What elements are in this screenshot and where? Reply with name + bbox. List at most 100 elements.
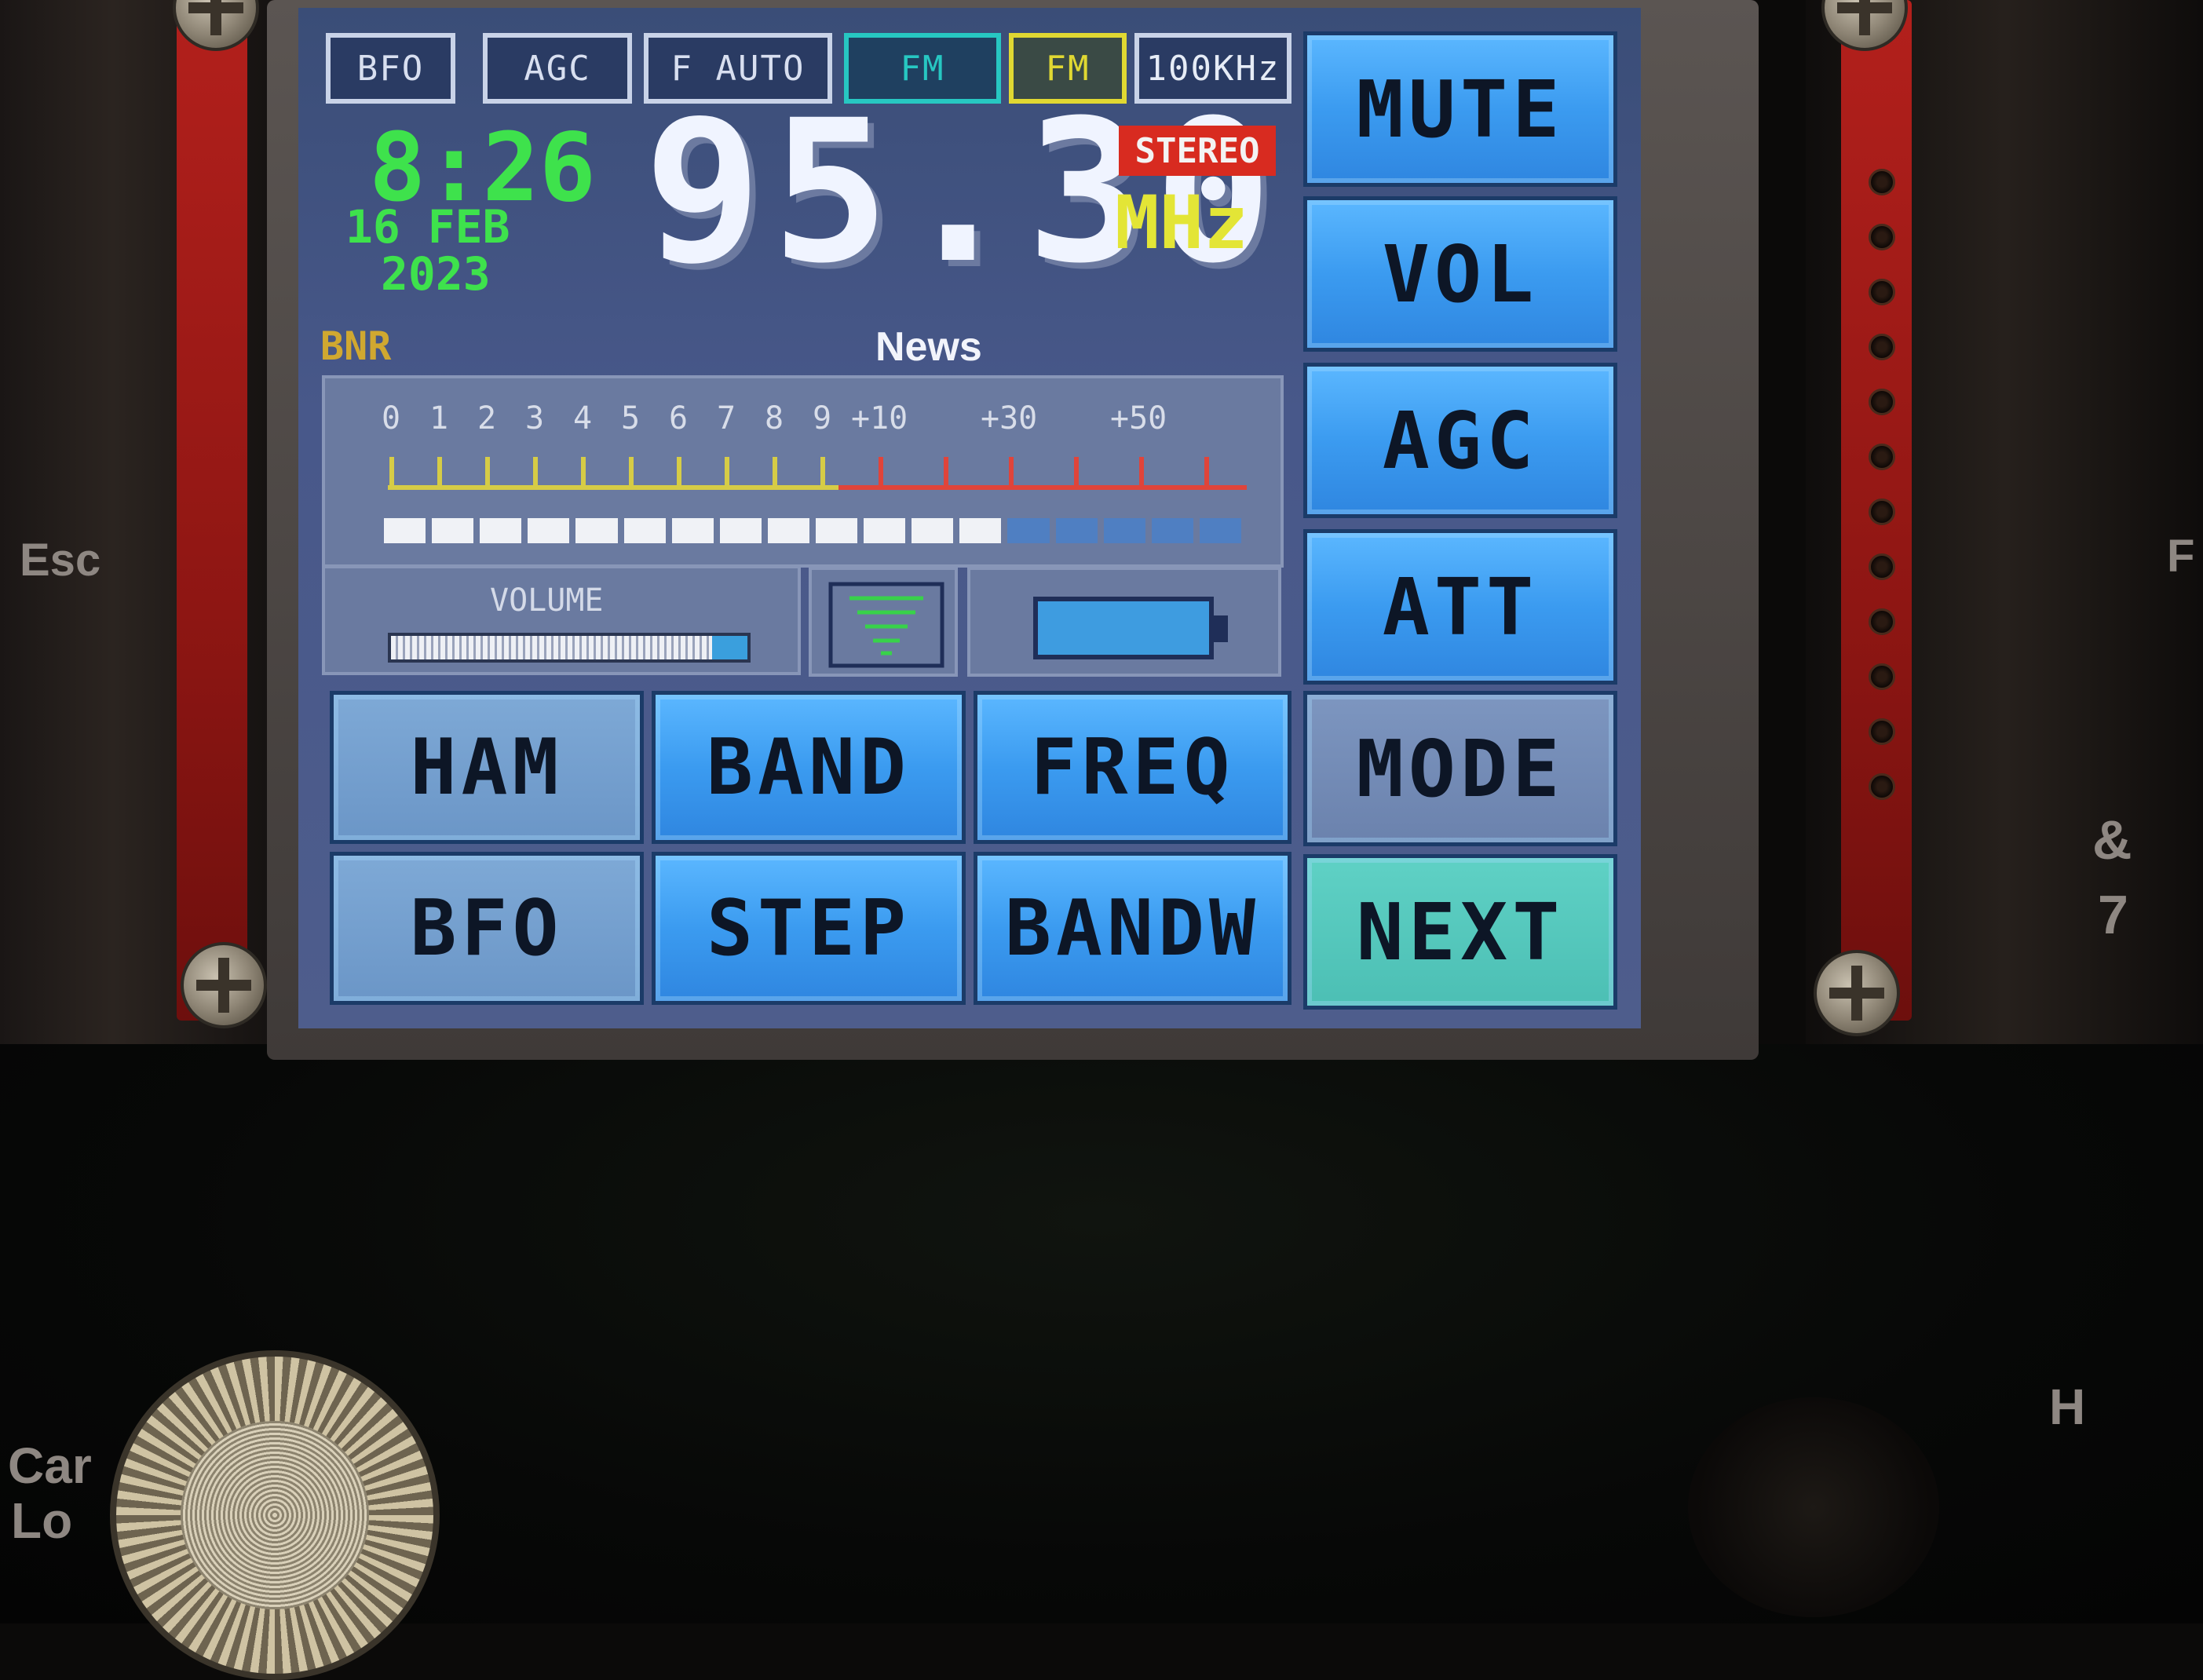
meter-level-segment [432,518,474,543]
key-label-h: H [2049,1379,2086,1435]
clock-date: 16 FEB [345,200,510,254]
key-label-seven: 7 [2098,884,2128,945]
header-pin [1869,224,1895,250]
volume-panel[interactable]: VOLUME [322,565,801,675]
clock-year: 2023 [381,247,491,301]
header-pin [1869,773,1895,800]
rds-program-type: News [875,324,982,370]
meter-level-segment [1055,518,1098,543]
meter-tick-label: 7 [717,400,736,436]
meter-tick-low [389,457,394,488]
meter-level-segment [1103,518,1145,543]
knob-cap [181,1421,369,1609]
step-button[interactable]: STEP [652,852,966,1005]
header-pin [1869,334,1895,360]
mute-button[interactable]: MUTE [1303,31,1617,187]
meter-tick-low [533,457,538,488]
meter-tick-low [437,457,442,488]
key-label-f: F [2167,531,2195,582]
screw-icon [181,942,267,1028]
battery-tip [1212,615,1228,642]
header-pin [1869,718,1895,745]
meter-level-segment [528,518,570,543]
meter-level-segment [864,518,906,543]
meter-tick-low [773,457,777,488]
meter-tick-high [1074,457,1079,488]
rotary-encoder[interactable] [1688,1397,1939,1617]
meter-level-segment [623,518,666,543]
pcb-strip-left [177,0,247,1021]
status-agc[interactable]: AGC [483,33,632,104]
volume-label: VOLUME [490,583,604,619]
header-pin [1869,608,1895,635]
meter-level-segment [671,518,714,543]
header-pin [1869,499,1895,525]
meter-tick-label: 5 [621,400,641,436]
meter-level-segment [1199,518,1241,543]
signal-meter: 0 1 2 3 4 5 6 7 8 9 +10 +30 +50 [322,375,1284,568]
volume-bar[interactable] [388,633,751,663]
key-label-lo: Lo [11,1492,73,1549]
att-button[interactable]: ATT [1303,529,1617,685]
meter-tick-low [581,457,586,488]
meter-tick-label: 6 [669,400,689,436]
ham-button[interactable]: HAM [330,691,644,844]
meter-scale-line-low [388,485,838,490]
meter-tick-high [1204,457,1209,488]
meter-level-segment [719,518,762,543]
meter-tick-low [820,457,825,488]
meter-level-segment [1007,518,1050,543]
header-pin [1869,444,1895,470]
meter-tick-label: 3 [525,400,545,436]
meter-level-segment [480,518,522,543]
meter-tick-label: 2 [477,400,497,436]
battery-icon [1033,597,1214,659]
agc-button[interactable]: AGC [1303,363,1617,518]
key-label-amp: & [2092,809,2132,871]
bandw-button[interactable]: BANDW [974,852,1291,1005]
meter-tick-low [629,457,634,488]
volume-bar-fill [711,636,747,659]
status-bfo[interactable]: BFO [326,33,455,104]
freq-button[interactable]: FREQ [974,691,1291,844]
meter-tick-label: 9 [813,400,832,436]
screw-icon [1814,950,1900,1036]
meter-tick-label: 4 [573,400,593,436]
meter-level-segment [1151,518,1193,543]
meter-level-segment [575,518,618,543]
next-button[interactable]: NEXT [1303,854,1617,1010]
tuning-knob[interactable] [110,1350,440,1680]
key-label-esc: Esc [20,535,101,586]
bfo-button[interactable]: BFO [330,852,644,1005]
signal-funnel-icon [828,582,944,668]
meter-tick-label: +30 [981,400,1038,436]
meter-level-segment [959,518,1002,543]
meter-tick-label: +10 [851,400,908,436]
meter-tick-label: 1 [429,400,449,436]
meter-level-segment [384,518,426,543]
battery-panel [967,567,1281,677]
meter-tick-high [944,457,948,488]
meter-level-segment [816,518,858,543]
meter-tick-high [879,457,883,488]
mode-button[interactable]: MODE [1303,691,1617,846]
header-pin [1869,553,1895,580]
meter-tick-label: 0 [382,400,401,436]
header-pin [1869,663,1895,690]
band-button[interactable]: BAND [652,691,966,844]
meter-tick-low [485,457,490,488]
header-pin [1869,279,1895,305]
key-label-car: Car [8,1437,92,1494]
signal-strength-panel [809,567,958,677]
meter-tick-low [677,457,681,488]
frequency-unit: MHz [1115,181,1248,266]
meter-tick-label: 8 [765,400,784,436]
stereo-badge: STEREO [1119,126,1276,176]
meter-level-segment [767,518,809,543]
meter-level-segment [912,518,954,543]
vol-button[interactable]: VOL [1303,196,1617,352]
meter-tick-high [1009,457,1014,488]
header-pin [1869,169,1895,195]
meter-scale-line-high [838,485,1247,490]
meter-tick-label: +50 [1110,400,1167,436]
